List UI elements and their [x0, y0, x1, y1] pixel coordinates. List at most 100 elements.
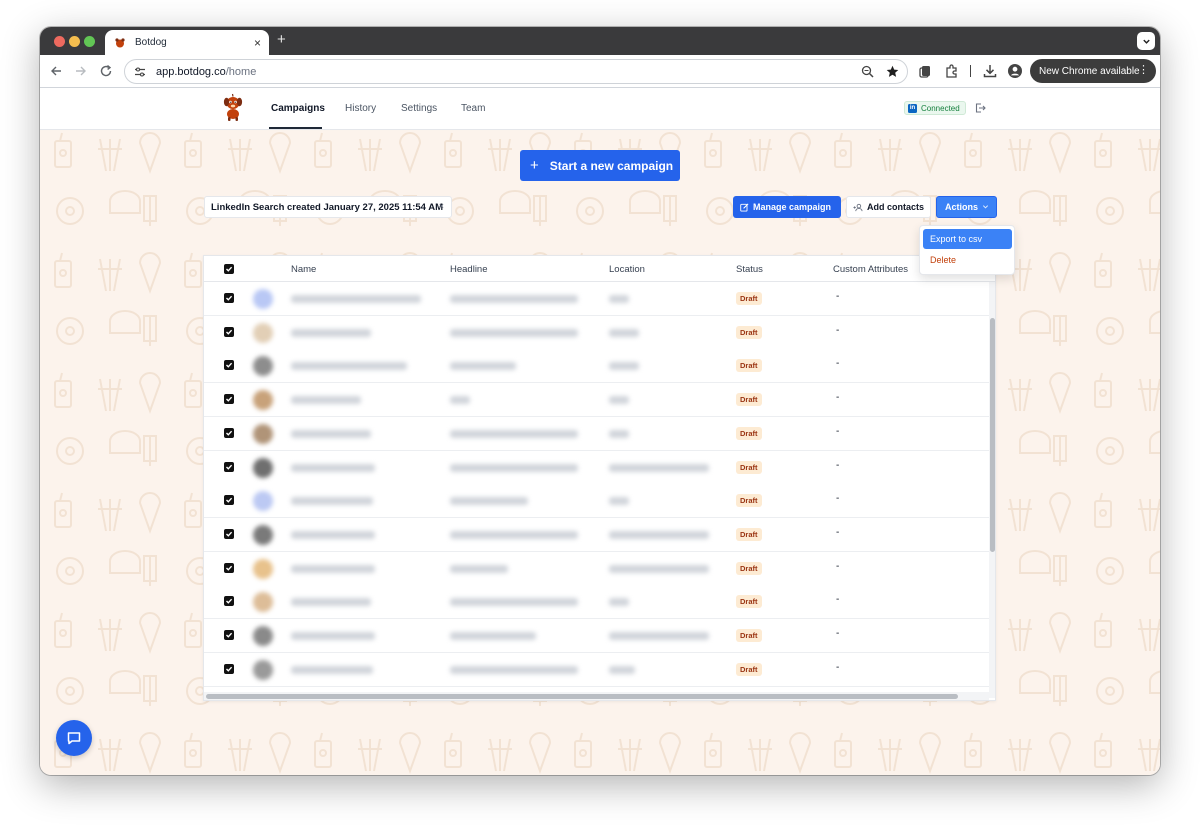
column-header-name[interactable]: Name: [291, 264, 316, 275]
contact-location-redacted: [609, 429, 629, 438]
site-info-icon[interactable]: [134, 66, 146, 78]
row-checkbox[interactable]: [224, 663, 234, 674]
delete-menu-item[interactable]: Delete: [923, 250, 1012, 270]
row-checkbox[interactable]: [224, 562, 234, 573]
address-bar[interactable]: app.botdog.co/home: [124, 59, 908, 84]
vertical-scrollbar-thumb[interactable]: [990, 318, 995, 552]
horizontal-scrollbar[interactable]: [204, 692, 989, 700]
nav-tab-team[interactable]: Team: [461, 103, 485, 114]
profile-icon[interactable]: [1007, 63, 1023, 79]
start-new-campaign-label: Start a new campaign: [549, 158, 674, 173]
minimize-window-button[interactable]: [69, 36, 80, 47]
table-row[interactable]: Draft -: [204, 349, 995, 384]
table-row[interactable]: Draft -: [204, 315, 995, 350]
back-icon[interactable]: [49, 64, 63, 78]
row-checkbox[interactable]: [224, 528, 234, 539]
horizontal-scrollbar-thumb[interactable]: [206, 694, 958, 699]
table-row[interactable]: Draft -: [204, 282, 995, 316]
row-checkbox[interactable]: [224, 326, 234, 337]
bookmark-star-icon[interactable]: [886, 65, 899, 78]
chevron-down-icon: [982, 205, 989, 209]
export-to-csv-menu-item[interactable]: Export to csv: [923, 229, 1012, 249]
actions-dropdown-button[interactable]: Actions: [936, 196, 997, 218]
tab-close-icon[interactable]: ×: [254, 37, 261, 49]
extensions-icon[interactable]: [944, 63, 960, 79]
table-row[interactable]: Draft -: [204, 585, 995, 620]
nav-tab-settings[interactable]: Settings: [401, 103, 437, 114]
zoom-icon[interactable]: [861, 65, 874, 78]
column-header-custom-attributes[interactable]: Custom Attributes: [833, 264, 908, 275]
new-chrome-available-button[interactable]: New Chrome available ⋮: [1030, 59, 1156, 83]
column-header-location[interactable]: Location: [609, 264, 645, 275]
downloads-icon[interactable]: [982, 63, 998, 79]
avatar: [253, 356, 273, 377]
tab-title: Botdog: [135, 37, 167, 48]
add-contacts-button[interactable]: Add contacts: [846, 196, 931, 218]
manage-campaign-button[interactable]: Manage campaign: [733, 196, 841, 218]
forward-icon[interactable]: [74, 64, 88, 78]
row-checkbox[interactable]: [224, 596, 234, 607]
tab-strip: Botdog × +: [40, 27, 1160, 55]
table-row[interactable]: Draft -: [204, 517, 995, 552]
contact-location-redacted: [609, 665, 635, 674]
chat-icon: [67, 732, 81, 745]
row-checkbox[interactable]: [224, 495, 234, 506]
table-row[interactable]: Draft -: [204, 551, 995, 586]
vertical-scrollbar[interactable]: [989, 282, 995, 698]
status-badge: Draft: [736, 426, 762, 440]
start-new-campaign-button[interactable]: + Start a new campaign: [520, 150, 680, 181]
column-header-status[interactable]: Status: [736, 264, 763, 275]
browser-tab[interactable]: Botdog ×: [105, 30, 269, 55]
table-row[interactable]: Draft -: [204, 619, 995, 653]
logout-icon[interactable]: [974, 102, 986, 114]
tab-list-button[interactable]: [1137, 32, 1155, 50]
select-all-checkbox[interactable]: [224, 264, 234, 274]
table-row[interactable]: Draft -: [204, 450, 995, 485]
row-checkbox[interactable]: [224, 394, 234, 405]
nav-tab-history[interactable]: History: [345, 103, 376, 114]
maximize-window-button[interactable]: [84, 36, 95, 47]
row-checkbox[interactable]: [224, 461, 234, 472]
status-badge: Draft: [736, 561, 762, 575]
contact-headline-redacted: [450, 598, 578, 607]
contact-location-redacted: [609, 564, 709, 573]
contact-headline-redacted: [450, 497, 528, 506]
custom-attributes-value: -: [836, 594, 840, 606]
row-checkbox[interactable]: [224, 427, 234, 438]
close-window-button[interactable]: [54, 36, 65, 47]
contact-name-redacted: [291, 665, 373, 674]
table-row[interactable]: Draft -: [204, 652, 995, 687]
row-checkbox[interactable]: [224, 360, 234, 371]
table-row[interactable]: Draft -: [204, 416, 995, 451]
row-checkbox[interactable]: [224, 630, 234, 640]
checkbox-checked-icon: [226, 329, 233, 335]
status-badge: Draft: [736, 662, 762, 676]
url-host: app.botdog.co: [156, 65, 226, 78]
plus-icon: +: [530, 157, 539, 174]
table-row[interactable]: Draft -: [204, 383, 995, 418]
new-tab-button[interactable]: +: [277, 31, 286, 49]
checkbox-checked-icon: [226, 632, 233, 638]
status-badge: Draft: [736, 393, 762, 407]
table-row[interactable]: Draft -: [204, 484, 995, 519]
checkbox-checked-icon: [226, 295, 233, 301]
column-header-headline[interactable]: Headline: [450, 264, 488, 275]
custom-attributes-value: -: [836, 459, 840, 471]
contact-name-redacted: [291, 429, 371, 438]
tab-search-icon[interactable]: [918, 63, 934, 79]
status-badge: Draft: [736, 325, 762, 339]
contact-location-redacted: [609, 598, 629, 607]
status-badge: Draft: [736, 494, 762, 508]
support-chat-button[interactable]: [56, 720, 92, 756]
botdog-logo-icon[interactable]: [220, 92, 246, 122]
row-checkbox[interactable]: [224, 293, 234, 303]
nav-tab-campaigns[interactable]: Campaigns: [271, 103, 325, 114]
contacts-table: Name Headline Location Status Custom Att…: [203, 255, 996, 701]
filter-chip-close-icon[interactable]: ×: [439, 201, 444, 211]
reload-icon[interactable]: [99, 64, 113, 78]
chrome-menu-icon[interactable]: ⋮: [1138, 63, 1149, 76]
contact-name-redacted: [291, 530, 375, 539]
campaign-filter-chip[interactable]: LinkedIn Search created January 27, 2025…: [204, 196, 452, 218]
contact-location-redacted: [609, 530, 709, 539]
chevron-down-icon: [1142, 39, 1150, 44]
